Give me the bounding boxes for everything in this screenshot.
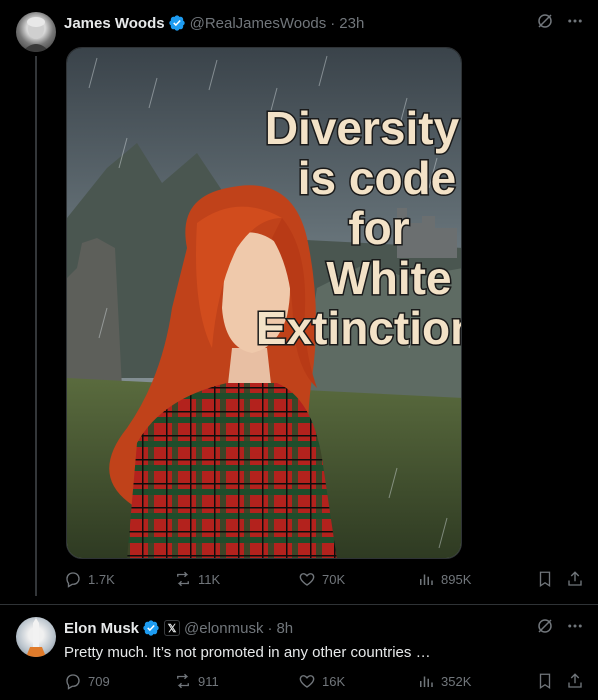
separator-dot: · [330,14,336,32]
like-count: 70K [322,571,346,587]
reply-icon [66,674,80,690]
bookmark-button[interactable] [536,570,554,588]
tweet-james-woods[interactable]: James Woods @RealJamesWoods · 23h Divers… [0,0,598,604]
reply-count: 709 [88,673,110,689]
author-handle[interactable]: @elonmusk [184,620,263,637]
timestamp[interactable]: 23h [339,15,364,32]
tweet-text: Pretty much. It’s not promoted in any ot… [64,644,431,661]
more-icon[interactable] [566,12,584,30]
thread-line [35,56,37,596]
repost-icon [177,673,189,689]
overlay-line: is code [298,152,457,204]
author-name[interactable]: Elon Musk [64,620,139,637]
author-name[interactable]: James Woods [64,15,165,32]
share-icon [568,571,582,586]
views-button[interactable]: 895K [417,570,471,588]
tweet-header: Elon Musk 𝕏 @elonmusk · 8h [64,618,293,638]
view-count: 352K [441,673,472,689]
like-count: 16K [322,673,346,689]
bookmark-icon [539,673,551,690]
avatar[interactable] [16,12,56,52]
top-actions [536,617,584,635]
overlay-line: for [348,202,409,254]
timestamp[interactable]: 8h [276,620,293,637]
repost-icon [177,571,189,587]
views-icon [420,676,433,687]
more-icon[interactable] [566,617,584,635]
like-button[interactable]: 16K [298,672,345,690]
engagement-bar: 1.7K 11K 70K 895K [64,570,586,590]
share-icon [568,673,582,688]
tweet-header: James Woods @RealJamesWoods · 23h [64,13,364,33]
repost-count: 911 [198,673,219,689]
repost-button[interactable]: 911 [174,672,219,690]
verified-badge-icon [143,620,159,636]
bookmark-button[interactable] [536,672,554,690]
grok-icon[interactable] [536,617,554,635]
separator-dot: · [267,619,273,637]
bookmark-icon [539,571,551,588]
reply-button[interactable]: 1.7K [64,570,115,588]
repost-button[interactable]: 11K [174,570,220,588]
view-count: 895K [441,571,472,587]
author-handle[interactable]: @RealJamesWoods [190,15,327,32]
verified-badge-icon [168,15,185,31]
share-button[interactable] [566,672,584,690]
tweet-elon-musk[interactable]: Elon Musk 𝕏 @elonmusk · 8h Pretty much. … [0,604,598,700]
avatar[interactable] [16,617,56,657]
share-button[interactable] [566,570,584,588]
engagement-bar: 709 911 16K 352K [64,672,586,692]
tweet-image[interactable]: Diversity is code for White Extinction [66,47,462,559]
overlay-line: Extinction [256,302,462,354]
heart-icon [299,675,315,688]
heart-icon [299,573,315,586]
top-actions [536,12,584,30]
reply-icon [66,572,80,588]
repost-count: 11K [198,571,221,587]
views-button[interactable]: 352K [417,672,471,690]
overlay-line: Diversity [265,102,460,154]
affiliate-badge-icon: 𝕏 [164,620,181,636]
reply-button[interactable]: 709 [64,672,110,690]
overlay-line: White [326,252,451,304]
grok-icon[interactable] [536,12,554,30]
reply-count: 1.7K [88,571,115,587]
like-button[interactable]: 70K [298,570,345,588]
views-icon [420,574,433,585]
